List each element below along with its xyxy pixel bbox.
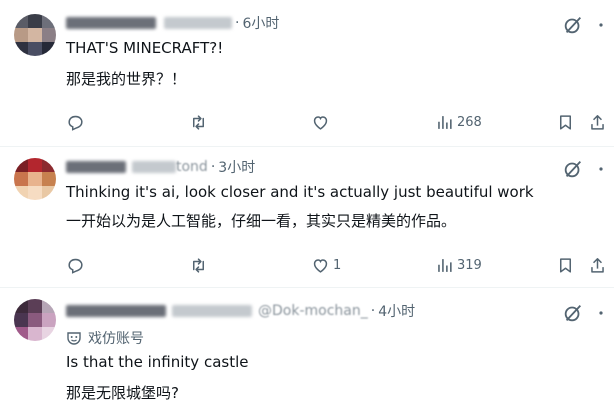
post-header: @Dok-mochan_ · 4小时 [66,301,415,321]
bookmark-icon [559,257,572,273]
post-translation: 那是无限城堡吗? [66,384,179,402]
grok-icon[interactable] [562,14,584,36]
post-header: tond · 3小时 [66,157,255,177]
bookmark-icon [559,114,572,130]
views-button[interactable]: 319 [435,253,482,277]
separator-dot: · [235,15,240,31]
avatar[interactable] [14,299,56,341]
handle-redacted[interactable] [172,305,252,317]
post[interactable]: @Dok-mochan_ · 4小时 戏仿账号 Is that the infi… [0,287,614,408]
heart-icon [313,258,328,273]
post-time[interactable]: 4小时 [378,301,415,321]
reply-bubble-icon [68,258,83,274]
grok-icon[interactable] [562,302,584,324]
post-handle[interactable]: @Dok-mochan_ [258,303,368,319]
post-time[interactable]: 6小时 [242,13,279,33]
post-translation: 一开始以为是人工智能，仔细一看，其实只是精美的作品。 [66,212,457,230]
more-dots-icon[interactable] [594,158,608,180]
reply-button[interactable] [66,253,85,277]
post-text: THAT'S MINECRAFT?! [66,39,224,57]
action-bar: 1 319 [0,253,614,277]
repost-icon [192,257,205,273]
more-dots-icon[interactable] [594,14,608,36]
views-button[interactable]: 268 [435,110,482,134]
action-bar: 268 [0,110,614,134]
repost-button[interactable] [189,110,208,134]
post-time[interactable]: 3小时 [218,157,255,177]
handle-redacted[interactable] [164,17,232,29]
like-button[interactable] [311,110,333,134]
more-dots-icon[interactable] [594,302,608,324]
bookmark-button[interactable] [556,253,575,277]
views-chart-icon [438,115,452,129]
post-translation: 那是我的世界？！ [66,70,187,88]
handle-redacted[interactable] [132,161,176,173]
display-name-redacted[interactable] [66,161,126,173]
separator-dot: · [370,303,376,319]
post-header: · 6小时 [66,13,279,33]
like-button[interactable]: 1 [311,253,341,277]
bookmark-button[interactable] [556,110,575,134]
display-name-redacted[interactable] [66,17,156,29]
share-icon [591,114,604,130]
avatar[interactable] [14,158,56,200]
separator-dot: · [210,159,216,175]
view-count: 268 [457,114,482,130]
share-button[interactable] [588,253,607,277]
like-count: 1 [333,257,342,273]
views-chart-icon [438,258,452,272]
parody-label-text: 戏仿账号 [88,331,144,347]
avatar[interactable] [14,14,56,56]
repost-icon [192,114,205,130]
post[interactable]: · 6小时 THAT'S MINECRAFT?! 那是我的世界？！ 268 [0,0,614,147]
post-handle[interactable]: tond [176,159,208,175]
parody-mask-icon [67,332,81,345]
display-name-redacted[interactable] [66,305,166,317]
post[interactable]: tond · 3小时 Thinking it's ai, look closer… [0,146,614,288]
share-button[interactable] [588,110,607,134]
reply-button[interactable] [66,110,85,134]
share-icon [591,257,604,273]
reply-bubble-icon [68,115,83,131]
parody-account-label: 戏仿账号 [66,328,144,348]
heart-icon [313,115,328,130]
grok-icon[interactable] [562,158,584,180]
view-count: 319 [457,257,482,273]
repost-button[interactable] [189,253,208,277]
post-text: Thinking it's ai, look closer and it's a… [66,183,534,201]
post-text: Is that the infinity castle [66,353,249,371]
